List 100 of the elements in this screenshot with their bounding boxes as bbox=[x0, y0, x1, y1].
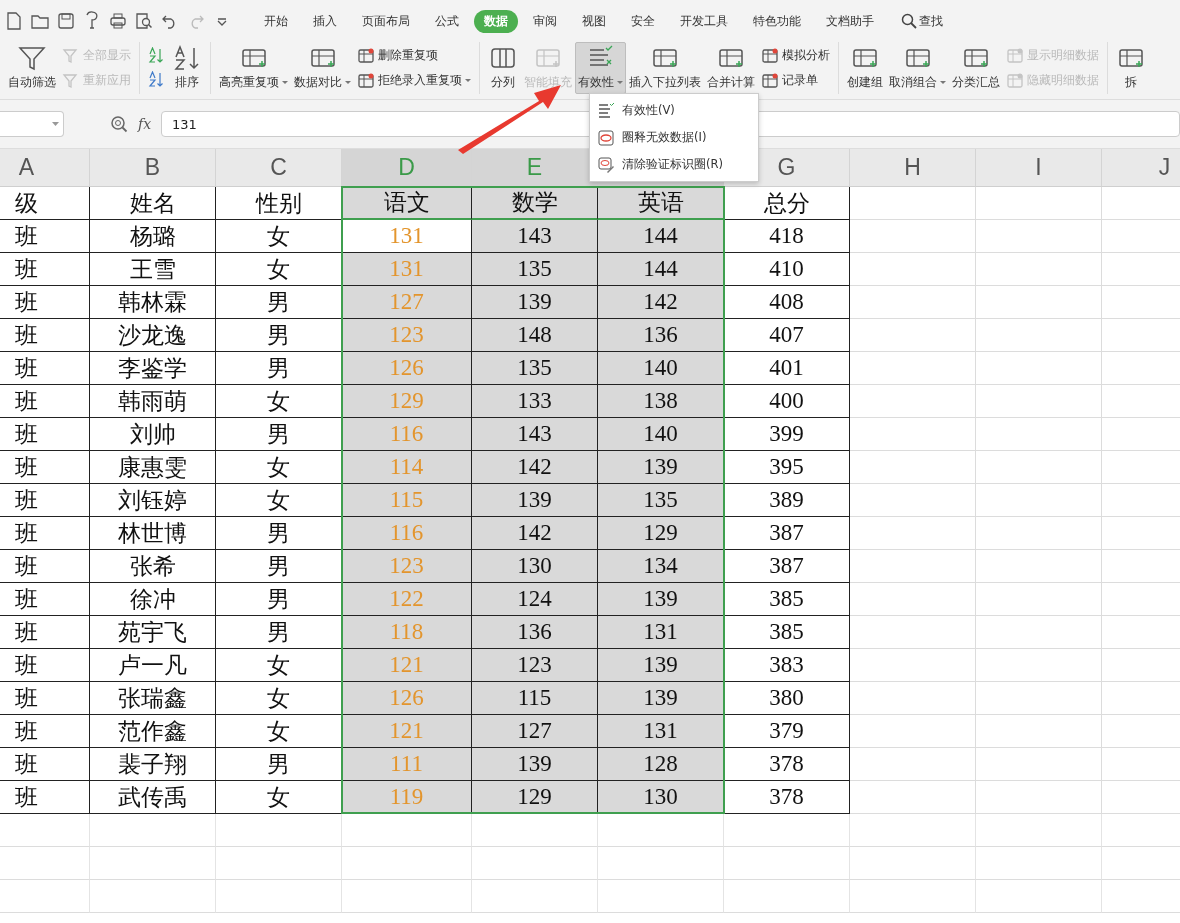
table-cell: 女 bbox=[216, 682, 342, 715]
table-cell: 男 bbox=[216, 286, 342, 319]
table-cell: 班 bbox=[0, 715, 90, 748]
table-cell: 裴子翔 bbox=[90, 748, 216, 781]
table-cell: 143 bbox=[472, 418, 598, 451]
table-cell: 122 bbox=[342, 583, 472, 616]
table-cell: 114 bbox=[342, 451, 472, 484]
table-cell: 杨璐 bbox=[90, 220, 216, 253]
table-cell: 116 bbox=[342, 418, 472, 451]
table-cell: 410 bbox=[724, 253, 850, 286]
table-cell: 班 bbox=[0, 748, 90, 781]
table-cell: 卢一凡 bbox=[90, 649, 216, 682]
table-cell: 班 bbox=[0, 286, 90, 319]
table-cell: 男 bbox=[216, 550, 342, 583]
table-cell: 女 bbox=[216, 715, 342, 748]
table-cell: 林世博 bbox=[90, 517, 216, 550]
table-cell: 123 bbox=[472, 649, 598, 682]
table-cell: 张瑞鑫 bbox=[90, 682, 216, 715]
table-cell: 378 bbox=[724, 748, 850, 781]
table-cell: 136 bbox=[472, 616, 598, 649]
table-cell: 126 bbox=[342, 682, 472, 715]
table-cell: 401 bbox=[724, 352, 850, 385]
table-cell: 129 bbox=[598, 517, 724, 550]
table-cell: 女 bbox=[216, 253, 342, 286]
table-cell: 康惠雯 bbox=[90, 451, 216, 484]
table-cell: 142 bbox=[472, 451, 598, 484]
table-cell: 133 bbox=[472, 385, 598, 418]
table-cell: 139 bbox=[472, 748, 598, 781]
table-cell: 135 bbox=[598, 484, 724, 517]
header-cell: 数学 bbox=[472, 187, 598, 220]
table-cell: 131 bbox=[342, 253, 472, 286]
table-cell: 142 bbox=[472, 517, 598, 550]
table-cell: 418 bbox=[724, 220, 850, 253]
table-cell: 144 bbox=[598, 253, 724, 286]
table-cell: 班 bbox=[0, 220, 90, 253]
table-cell: 班 bbox=[0, 517, 90, 550]
table-cell: 148 bbox=[472, 319, 598, 352]
table-cell: 139 bbox=[598, 583, 724, 616]
table-cell: 121 bbox=[342, 715, 472, 748]
table-cell: 400 bbox=[724, 385, 850, 418]
table-cell: 131 bbox=[342, 220, 472, 253]
table-cell: 张希 bbox=[90, 550, 216, 583]
table-cell: 139 bbox=[598, 649, 724, 682]
header-cell: 英语 bbox=[598, 187, 724, 220]
table-cell: 118 bbox=[342, 616, 472, 649]
table-cell: 男 bbox=[216, 583, 342, 616]
table-cell: 129 bbox=[342, 385, 472, 418]
table-cell: 399 bbox=[724, 418, 850, 451]
table-cell: 131 bbox=[598, 715, 724, 748]
table-cell: 380 bbox=[724, 682, 850, 715]
table-cell: 王雪 bbox=[90, 253, 216, 286]
table-cell: 班 bbox=[0, 319, 90, 352]
table-cell: 385 bbox=[724, 583, 850, 616]
table-cell: 123 bbox=[342, 319, 472, 352]
table-cell: 男 bbox=[216, 616, 342, 649]
table-cell: 407 bbox=[724, 319, 850, 352]
table-cell: 范作鑫 bbox=[90, 715, 216, 748]
table-cell: 女 bbox=[216, 781, 342, 814]
table-cell: 班 bbox=[0, 385, 90, 418]
table-cell: 女 bbox=[216, 451, 342, 484]
table-cell: 139 bbox=[598, 682, 724, 715]
table-cell: 男 bbox=[216, 319, 342, 352]
table-cell: 沙龙逸 bbox=[90, 319, 216, 352]
table-cell: 班 bbox=[0, 682, 90, 715]
table-cell: 韩林霖 bbox=[90, 286, 216, 319]
table-cell: 李鉴学 bbox=[90, 352, 216, 385]
table-cell: 韩雨萌 bbox=[90, 385, 216, 418]
table-cell: 女 bbox=[216, 484, 342, 517]
table-cell: 班 bbox=[0, 583, 90, 616]
header-cell: 总分 bbox=[724, 187, 850, 220]
table-cell: 男 bbox=[216, 352, 342, 385]
table-cell: 123 bbox=[342, 550, 472, 583]
table-cell: 387 bbox=[724, 517, 850, 550]
table-cell: 班 bbox=[0, 418, 90, 451]
table-cell: 385 bbox=[724, 616, 850, 649]
header-cell: 语文 bbox=[342, 187, 472, 220]
table-cell: 131 bbox=[598, 616, 724, 649]
table-cell: 115 bbox=[342, 484, 472, 517]
table-cell: 134 bbox=[598, 550, 724, 583]
table-cell: 129 bbox=[472, 781, 598, 814]
table-cell: 139 bbox=[598, 451, 724, 484]
table-cell: 男 bbox=[216, 748, 342, 781]
table-cell: 395 bbox=[724, 451, 850, 484]
table-cell: 143 bbox=[472, 220, 598, 253]
table-cell: 徐冲 bbox=[90, 583, 216, 616]
table-cell: 111 bbox=[342, 748, 472, 781]
table-cell: 班 bbox=[0, 484, 90, 517]
table-cell: 124 bbox=[472, 583, 598, 616]
table-cell: 144 bbox=[598, 220, 724, 253]
table-cell: 136 bbox=[598, 319, 724, 352]
table-cell: 378 bbox=[724, 781, 850, 814]
table-cell: 班 bbox=[0, 649, 90, 682]
table-cell: 130 bbox=[472, 550, 598, 583]
table-cell: 142 bbox=[598, 286, 724, 319]
table-cell: 121 bbox=[342, 649, 472, 682]
table-cell: 387 bbox=[724, 550, 850, 583]
table-cell: 苑宇飞 bbox=[90, 616, 216, 649]
table-cell: 127 bbox=[342, 286, 472, 319]
table-cell: 139 bbox=[472, 484, 598, 517]
table-cell: 140 bbox=[598, 352, 724, 385]
